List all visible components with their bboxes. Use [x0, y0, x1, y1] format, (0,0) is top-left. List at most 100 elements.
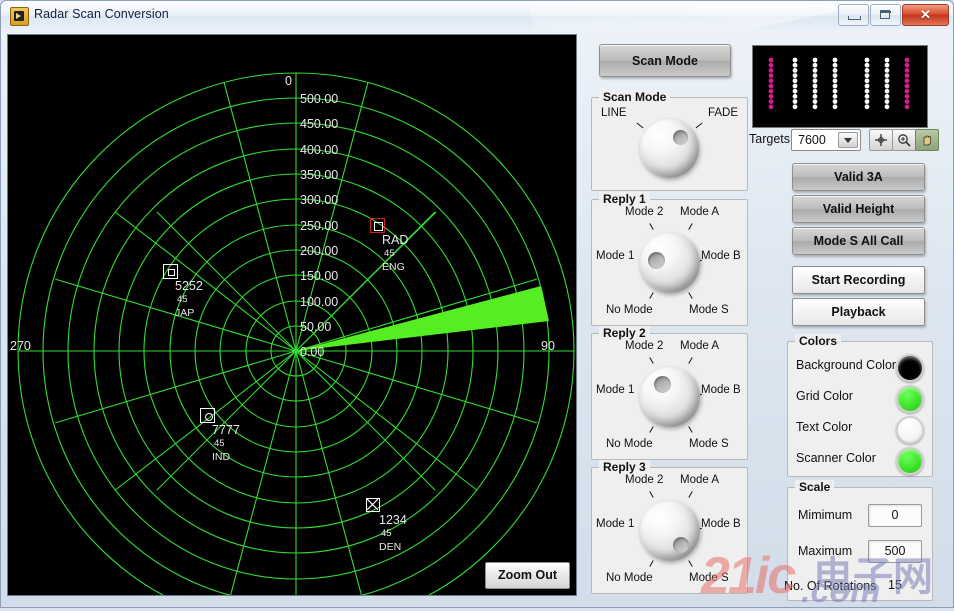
reply-3-modeB-label[interactable]: Mode B: [701, 518, 741, 530]
close-button[interactable]: ✕: [902, 4, 949, 26]
reply-3-tick-mode2: [649, 491, 653, 498]
title-bar: Radar Scan Conversion ✕: [1, 1, 953, 30]
scan-mode-knob[interactable]: [640, 119, 699, 178]
targets-waveform-graph[interactable]: [752, 45, 928, 128]
valid-3a-button[interactable]: Valid 3A: [792, 163, 925, 191]
cursor-tool-icon[interactable]: [869, 129, 893, 151]
reply-1-tick-mode2: [649, 223, 653, 230]
target-id: 1234: [379, 513, 407, 527]
reply-1-mode2-label[interactable]: Mode 2: [625, 206, 663, 218]
reply-1-group-label: Reply 1: [599, 192, 650, 206]
range-label-50: 50.00: [300, 320, 331, 334]
scan-mode-fade-label[interactable]: FADE: [708, 107, 738, 119]
reply-2-mode2-label[interactable]: Mode 2: [625, 340, 663, 352]
playback-button[interactable]: Playback: [792, 298, 925, 326]
reply-1-tick-nomode: [649, 292, 653, 299]
close-icon: ✕: [903, 5, 948, 25]
maximize-button[interactable]: [870, 4, 901, 26]
reply-2-mode1-label[interactable]: Mode 1: [596, 384, 634, 396]
target-code: JAP: [175, 307, 194, 319]
target-altitude: 45: [384, 248, 395, 259]
window-title: Radar Scan Conversion: [34, 7, 169, 21]
reply-3-group: Reply 3 Mode 2 Mode A Mode 1 Mode B No M…: [591, 467, 748, 594]
reply-3-mode1-label[interactable]: Mode 1: [596, 518, 634, 530]
target-marker-icon: [366, 498, 380, 512]
zoom-out-button[interactable]: Zoom Out: [485, 562, 570, 589]
reply-2-modeB-label[interactable]: Mode B: [701, 384, 741, 396]
text-color-label: Text Color: [796, 420, 852, 434]
target-marker-icon: [200, 408, 215, 423]
reply-3-knob[interactable]: [640, 501, 700, 561]
reply-2-group: Reply 2 Mode 2 Mode A Mode 1 Mode B No M…: [591, 333, 748, 460]
scan-mode-group: Scan Mode LINE FADE: [591, 97, 748, 191]
text-color-swatch[interactable]: [896, 416, 924, 444]
bearing-label-90: 90: [541, 339, 555, 353]
mode-s-all-call-button[interactable]: Mode S All Call: [792, 227, 925, 255]
reply-3-nomode-label[interactable]: No Mode: [606, 572, 653, 584]
scan-mode-knob-indicator: [673, 130, 688, 145]
reply-3-modeS-label[interactable]: Mode S: [689, 572, 729, 584]
grid-color-label: Grid Color: [796, 389, 853, 403]
reply-2-modeA-label[interactable]: Mode A: [680, 340, 719, 352]
range-label-150: 150.00: [300, 269, 338, 283]
targets-waveform-plot: [753, 46, 925, 125]
target-id: RAD: [382, 233, 408, 247]
reply-1-nomode-label[interactable]: No Mode: [606, 304, 653, 316]
reply-2-group-label: Reply 2: [599, 326, 650, 340]
target-marker-icon: [163, 264, 178, 279]
pan-tool-icon[interactable]: [915, 129, 939, 151]
range-label-300: 300.00: [300, 193, 338, 207]
reply-3-tick-modeS: [688, 560, 692, 567]
reply-2-modeS-label[interactable]: Mode S: [689, 438, 729, 450]
targets-select[interactable]: 7600: [791, 129, 861, 151]
target-altitude: 45: [214, 438, 225, 449]
reply-1-modeS-label[interactable]: Mode S: [689, 304, 729, 316]
minimize-button[interactable]: [838, 4, 869, 26]
target-id: 7777: [212, 423, 240, 437]
reply-3-mode2-label[interactable]: Mode 2: [625, 474, 663, 486]
reply-1-modeB-label[interactable]: Mode B: [701, 250, 741, 262]
range-label-450: 450.00: [300, 117, 338, 131]
scale-group: Scale Mimimum 0 Maximum 500 No. Of Rotat…: [787, 487, 933, 601]
minimize-icon: [848, 16, 861, 20]
scanner-color-swatch[interactable]: [896, 447, 924, 475]
target-altitude: 45: [381, 528, 392, 539]
scan-mode-button[interactable]: Scan Mode: [599, 44, 731, 77]
range-label-250: 250.00: [300, 219, 338, 233]
labview-app-icon: [10, 7, 29, 26]
reply-3-modeA-label[interactable]: Mode A: [680, 474, 719, 486]
reply-1-modeA-label[interactable]: Mode A: [680, 206, 719, 218]
application-window: Radar Scan Conversion ✕: [0, 0, 954, 608]
range-label-350: 350.00: [300, 168, 338, 182]
title-bar-sheen: [529, 1, 837, 30]
scan-mode-line-label[interactable]: LINE: [601, 107, 627, 119]
zoom-tool-icon[interactable]: [892, 129, 916, 151]
radar-grid-group: [18, 73, 574, 596]
window-controls: ✕: [837, 4, 949, 26]
radar-display[interactable]: 0.00 50.00 100.00 150.00 200.00 250.00 3…: [7, 34, 577, 596]
range-label-200: 200.00: [300, 244, 338, 258]
rotations-input[interactable]: 15: [868, 575, 922, 598]
start-recording-button[interactable]: Start Recording: [792, 266, 925, 294]
grid-color-swatch[interactable]: [896, 385, 924, 413]
reply-2-tick-modeS: [688, 426, 692, 433]
radar-plot: [8, 35, 577, 596]
target-code: IND: [212, 451, 230, 463]
valid-height-button[interactable]: Valid Height: [792, 195, 925, 223]
rotations-label: No. Of Rotations: [784, 579, 876, 593]
targets-label: Targets: [749, 132, 790, 146]
minimum-input[interactable]: 0: [868, 504, 922, 527]
scanner-color-label: Scanner Color: [796, 451, 876, 465]
reply-3-knob-indicator: [673, 537, 689, 553]
reply-3-tick-modeA: [688, 491, 692, 498]
reply-2-nomode-label[interactable]: No Mode: [606, 438, 653, 450]
targets-select-value: 7600: [798, 133, 826, 147]
reply-1-knob[interactable]: [640, 233, 700, 293]
chevron-down-icon[interactable]: [838, 132, 858, 148]
reply-2-knob[interactable]: [640, 367, 700, 427]
maximize-icon: [880, 10, 890, 19]
maximum-input[interactable]: 500: [868, 540, 922, 563]
reply-1-mode1-label[interactable]: Mode 1: [596, 250, 634, 262]
background-color-swatch[interactable]: [896, 354, 924, 382]
scan-mode-tick-fade: [696, 123, 703, 129]
